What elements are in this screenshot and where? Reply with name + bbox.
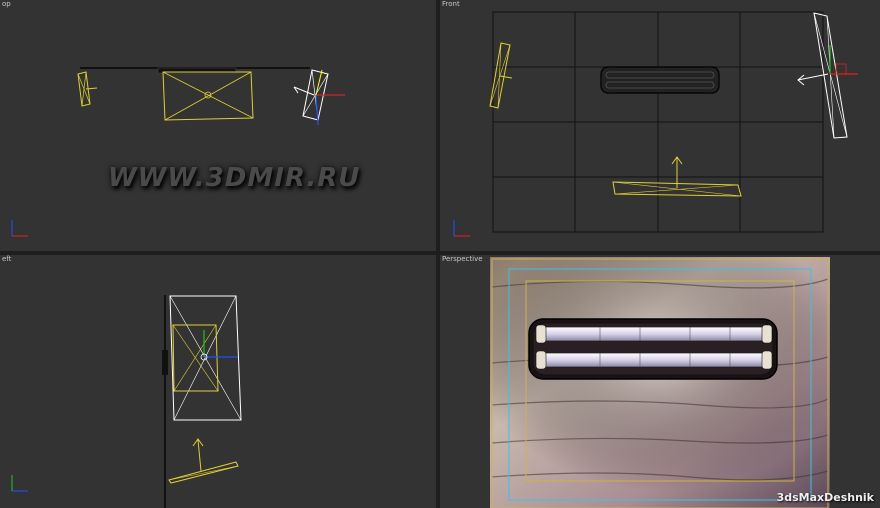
front-viewport-canvas (453, 11, 858, 237)
axis-tripod-front (453, 220, 470, 237)
front-grid (492, 11, 824, 233)
front-viewport[interactable]: Front (440, 0, 880, 251)
top-viewport-canvas (11, 67, 345, 237)
left-viewport-canvas (11, 295, 242, 508)
front-light-right-selected[interactable] (797, 12, 858, 139)
left-light-bottom[interactable] (168, 438, 239, 484)
left-viewport[interactable]: eft (0, 255, 436, 508)
left-light-selected[interactable] (169, 295, 242, 421)
top-light-left[interactable] (77, 71, 98, 107)
top-light-right-selected[interactable] (293, 69, 345, 126)
perspective-fixture[interactable] (528, 318, 778, 380)
perspective-wall-render (490, 257, 830, 508)
brand-watermark: 3dsMaxDeshnik (776, 491, 874, 504)
top-viewport[interactable]: op WWW.3DMIR.RU (0, 0, 436, 251)
perspective-viewport[interactable]: Perspective 3dsMaxDeshnik (440, 255, 880, 508)
axis-tripod-left (11, 475, 28, 492)
top-light-center[interactable] (162, 71, 254, 121)
watermark-text: WWW.3DMIR.RU (108, 163, 361, 193)
perspective-viewport-canvas (490, 257, 830, 508)
axis-tripod-top (11, 220, 28, 237)
front-fixture[interactable] (600, 66, 720, 94)
